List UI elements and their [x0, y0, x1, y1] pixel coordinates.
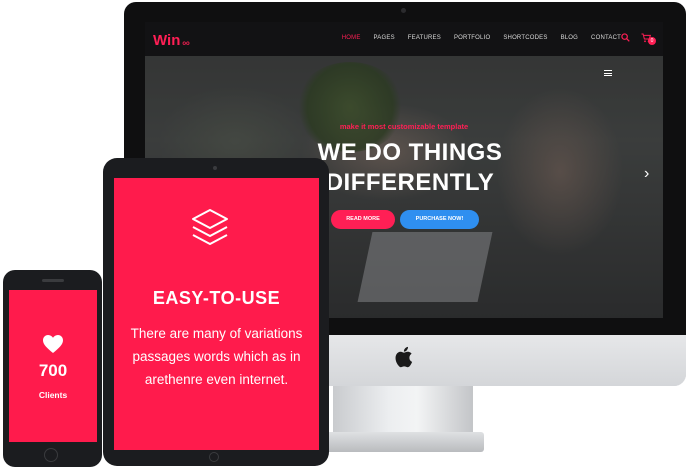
site-navbar: Win oo HOME PAGES FEATURES PORTFOLIO SHOR… — [145, 22, 663, 56]
hero-kicker: make it most customizable template — [339, 122, 469, 131]
nav-item-pages[interactable]: PAGES — [374, 35, 395, 41]
feature-description: There are many of variations passages wo… — [130, 326, 303, 387]
tablet-camera-icon — [213, 166, 217, 170]
main-menu: HOME PAGES FEATURES PORTFOLIO SHORTCODES… — [342, 35, 621, 41]
hero-title: WE DO THINGS DIFFERENTLY — [317, 139, 503, 196]
search-icon[interactable] — [621, 33, 630, 42]
cart-count-badge: 0 — [648, 37, 656, 45]
nav-item-features[interactable]: FEATURES — [408, 35, 441, 41]
imac-stand-base — [324, 432, 484, 452]
nav-item-contact[interactable]: CONTACT — [591, 35, 621, 41]
menu-icon[interactable] — [604, 70, 612, 76]
phone-speaker — [42, 279, 64, 282]
apple-logo-icon — [395, 346, 413, 368]
tablet-home-button — [209, 452, 219, 462]
nav-item-blog[interactable]: BLOG — [561, 35, 578, 41]
heart-icon — [43, 335, 63, 353]
chevron-right-icon[interactable]: › — [644, 166, 654, 182]
stat-count: 700 — [38, 361, 68, 380]
purchase-now-button[interactable]: PURCHASE NOW! — [400, 210, 479, 229]
nav-item-shortcodes[interactable]: SHORTCODES — [503, 35, 547, 41]
imac-stand — [333, 384, 473, 438]
camera-icon — [401, 8, 406, 13]
stat-label: Clients — [38, 390, 68, 400]
phone-home-button — [44, 448, 58, 462]
site-logo[interactable]: Win oo — [153, 32, 190, 49]
nav-item-home[interactable]: HOME — [342, 35, 361, 41]
layers-icon — [192, 209, 228, 245]
feature-title: EASY-TO-USE — [152, 288, 281, 308]
nav-item-portfolio[interactable]: PORTFOLIO — [454, 35, 490, 41]
read-more-button[interactable]: READ MORE — [331, 210, 395, 229]
